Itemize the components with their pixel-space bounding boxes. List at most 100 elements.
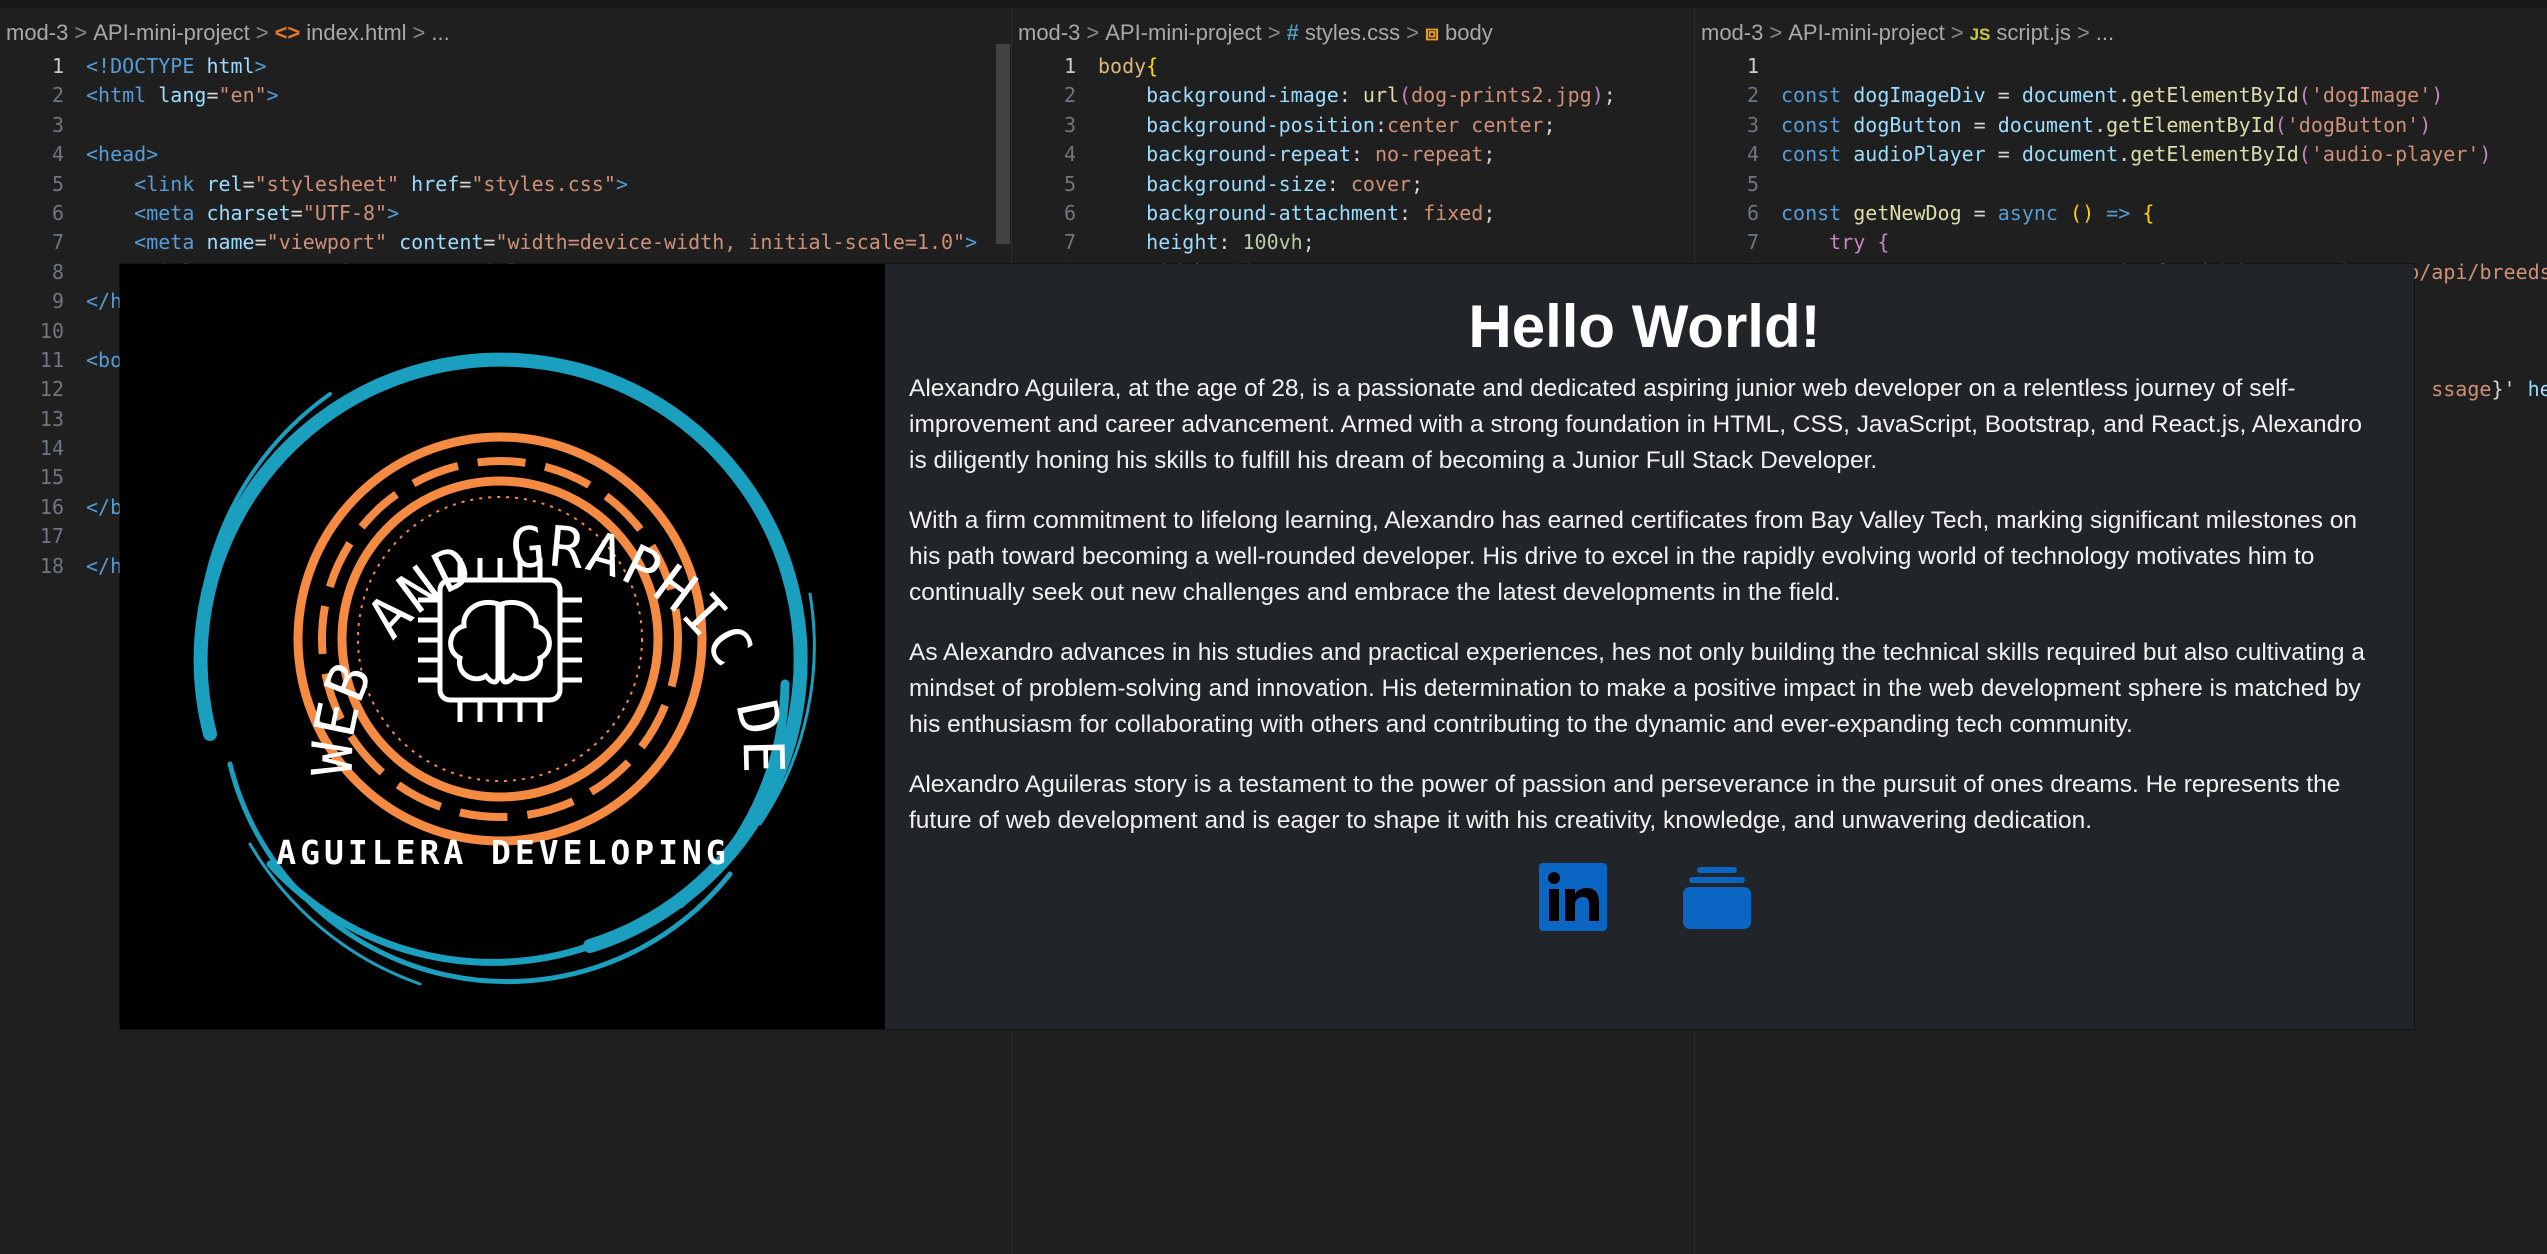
code-token: <meta (134, 200, 195, 225)
code-line[interactable]: 5 (1695, 170, 2547, 199)
code-token: <html (86, 83, 147, 108)
breadcrumb-item[interactable]: mod-3 (1701, 20, 1763, 45)
linkedin-link[interactable] (1538, 863, 1607, 931)
line-number: 12 (39, 377, 64, 402)
code-token: 'dogButton' (2286, 112, 2420, 137)
breadcrumb-item[interactable]: mod-3 (6, 20, 68, 45)
code-token: lang (158, 83, 207, 108)
breadcrumb-item[interactable]: body (1445, 20, 1493, 45)
code-line[interactable]: 7 height: 100vh; (1012, 228, 1616, 257)
breadcrumb: mod-3 > API-mini-project > JS script.js >... (1701, 20, 2115, 45)
code-line[interactable]: 4 background-repeat: no-repeat; (1012, 140, 1616, 169)
line-number: 2 (51, 83, 64, 108)
code-token: ssage (2431, 377, 2492, 402)
line-number: 9 (51, 289, 64, 314)
code-line[interactable]: 7 try { (1695, 228, 2547, 257)
code-line[interactable]: 3 background-position:center center; (1012, 111, 1616, 140)
code-token: : (1374, 112, 1387, 137)
code-token: "UTF-8" (302, 200, 388, 225)
breadcrumb-item[interactable]: index.html (306, 20, 406, 45)
line-text: <meta charset="UTF-8"> (86, 199, 399, 228)
breadcrumb-item[interactable]: script.js (1996, 20, 2071, 45)
line-text: background-image: url(dog-prints2.jpg); (1098, 81, 1616, 110)
code-token: hei (2527, 377, 2547, 402)
code-token: rel (206, 171, 243, 196)
code-line[interactable]: 3 (0, 111, 977, 140)
code-token: const (1781, 83, 1842, 108)
css-file-icon: # (1286, 20, 1299, 45)
line-number: 6 (1746, 200, 1759, 225)
breadcrumb-item[interactable]: API-mini-project (1788, 20, 1944, 45)
code-token: DOCTYPE (110, 54, 195, 78)
code-line[interactable]: 1 (1695, 52, 2547, 81)
breadcrumb-item[interactable]: styles.css (1305, 20, 1400, 45)
code-token: ) (2479, 142, 2492, 167)
portfolio-icon (1682, 867, 1751, 929)
code-token: cover (1350, 171, 1412, 196)
code-token: ; (1483, 200, 1496, 225)
code-token: = (206, 83, 219, 108)
line-number: 2 (1746, 83, 1759, 108)
code-token: document (2021, 83, 2119, 108)
line-number: 5 (1746, 171, 1759, 196)
code-line[interactable]: 2 background-image: url(dog-prints2.jpg)… (1012, 81, 1616, 110)
code-token: ; (1483, 142, 1496, 167)
code-token: charset (206, 200, 291, 225)
line-number: 7 (51, 230, 64, 255)
line-number: 4 (51, 142, 64, 167)
code-token: </b (86, 494, 123, 519)
line-number: 11 (39, 347, 64, 372)
code-token: ; (1603, 83, 1616, 108)
line-text: </h (86, 552, 122, 581)
code-line[interactable]: 2 <html lang="en"> (0, 81, 977, 110)
code-token: const (1781, 142, 1842, 167)
code-token: ; (1302, 230, 1315, 255)
line-number: 16 (39, 494, 64, 519)
bio-paragraph: Alexandro Aguilera, at the age of 28, is… (909, 375, 2363, 474)
code-line[interactable]: 1 body{ (1012, 52, 1616, 81)
code-token: : (1338, 83, 1363, 108)
code-line[interactable]: 1 <!DOCTYPE html> (0, 52, 977, 81)
code-token: background-attachment (1146, 200, 1400, 225)
code-line[interactable]: 5 <link rel="stylesheet" href="styles.cs… (0, 170, 977, 199)
code-token: = (254, 230, 267, 255)
portfolio-link[interactable] (1682, 863, 1751, 931)
line-text: </h (86, 287, 122, 316)
breadcrumb-item[interactable]: API-mini-project (1105, 20, 1261, 45)
code-line[interactable]: 2 const dogImageDiv = document.getElement… (1695, 81, 2547, 110)
code-area[interactable]: 1 body{2 background-image: url(dog-prints… (1012, 52, 1616, 287)
code-token: getElementById (2130, 142, 2299, 167)
line-text: try { (1781, 228, 1889, 257)
code-line[interactable]: 6 background-attachment: fixed; (1012, 199, 1616, 228)
breadcrumb-item[interactable]: ... (431, 20, 449, 45)
breadcrumb-item[interactable]: mod-3 (1018, 20, 1080, 45)
code-token: : (1399, 200, 1424, 225)
code-line[interactable]: 4 <head> (0, 140, 977, 169)
code-line[interactable]: 3 const dogButton = document.getElementBy… (1695, 111, 2547, 140)
code-line[interactable]: 5 background-size: cover; (1012, 170, 1616, 199)
code-line[interactable]: 7 <meta name="viewport" content="width=d… (0, 228, 977, 257)
code-token: { (2142, 200, 2155, 225)
code-token: ( (2298, 142, 2311, 167)
code-token: = (1961, 200, 1998, 225)
line-text: <html lang="en"> (86, 81, 279, 110)
breadcrumb-item[interactable]: API-mini-project (93, 20, 249, 45)
scrollbar[interactable] (996, 44, 1010, 244)
code-token: . (2094, 112, 2107, 137)
line-number: 1 (1746, 54, 1759, 78)
code-line[interactable]: 4 const audioPlayer = document.getElement… (1695, 140, 2547, 169)
breadcrumb-item[interactable]: ... (2096, 20, 2114, 45)
line-number: 3 (51, 112, 64, 137)
code-line[interactable]: 6 const getNewDog = async () => { (1695, 199, 2547, 228)
code-line[interactable]: 6 <meta charset="UTF-8"> (0, 199, 977, 228)
code-token: . (2118, 83, 2131, 108)
line-number: 3 (1063, 112, 1076, 137)
line-number: 7 (1746, 230, 1759, 255)
line-text: const dogImageDiv = document.getElementB… (1781, 81, 2443, 110)
line-number: 18 (39, 553, 64, 578)
code-token: try (1829, 230, 1866, 255)
